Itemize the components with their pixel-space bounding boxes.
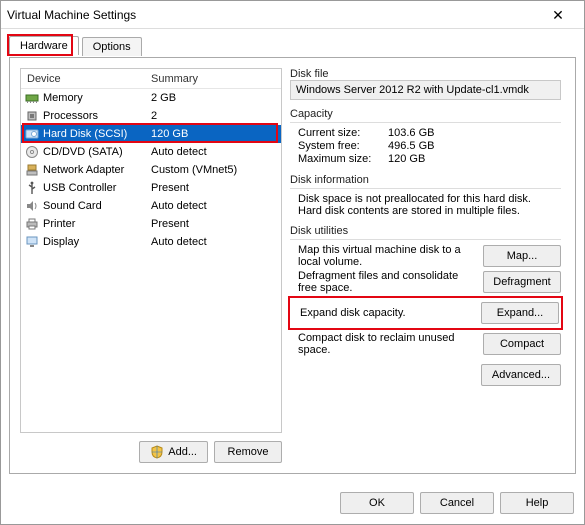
device-name: Display [43, 236, 79, 248]
separator [290, 239, 561, 240]
device-row-harddisk[interactable]: Hard Disk (SCSI) 120 GB [21, 125, 281, 143]
device-summary: 2 GB [151, 92, 281, 104]
max-size-label: Maximum size: [298, 153, 382, 165]
highlight-annotation: Expand disk capacity. Expand... [288, 296, 563, 330]
advanced-row: Advanced... [290, 358, 561, 386]
util-expand-text: Expand disk capacity. [292, 307, 475, 319]
device-name: Sound Card [43, 200, 102, 212]
display-icon [25, 235, 39, 249]
max-size-value: 120 GB [388, 153, 425, 165]
right-pane: Disk file Windows Server 2012 R2 with Up… [290, 68, 565, 463]
vm-settings-window: Virtual Machine Settings ✕ Hardware Opti… [0, 0, 585, 525]
disk-info-text1: Disk space is not preallocated for this … [290, 193, 561, 205]
tab-strip: Hardware Options [9, 35, 576, 57]
cancel-button[interactable]: Cancel [420, 492, 494, 514]
separator [290, 122, 561, 123]
disk-utilities-group: Disk utilities Map this virtual machine … [290, 225, 561, 386]
titlebar: Virtual Machine Settings ✕ [1, 1, 584, 29]
device-summary: Auto detect [151, 200, 281, 212]
window-title: Virtual Machine Settings [7, 8, 538, 22]
device-summary: Custom (VMnet5) [151, 164, 281, 176]
map-button[interactable]: Map... [483, 245, 561, 267]
remove-button[interactable]: Remove [214, 441, 282, 463]
cpu-icon [25, 109, 39, 123]
ok-button[interactable]: OK [340, 492, 414, 514]
disk-file-field[interactable]: Windows Server 2012 R2 with Update-cl1.v… [290, 80, 561, 100]
col-device: Device [21, 73, 151, 85]
current-size-label: Current size: [298, 127, 382, 139]
disk-info-text2: Hard disk contents are stored in multipl… [290, 205, 561, 217]
hardware-panel: Device Summary Memory 2 GB Proces [9, 57, 576, 474]
shield-icon [150, 445, 164, 459]
device-summary: Present [151, 182, 281, 194]
disc-icon [25, 145, 39, 159]
util-expand-row: Expand disk capacity. Expand... [292, 302, 559, 324]
expand-button[interactable]: Expand... [481, 302, 559, 324]
device-name: CD/DVD (SATA) [43, 146, 123, 158]
column-headers: Device Summary [21, 69, 281, 89]
compact-button[interactable]: Compact [483, 333, 561, 355]
util-map-text: Map this virtual machine disk to a local… [290, 244, 477, 268]
util-defrag-row: Defragment files and consolidate free sp… [290, 270, 561, 294]
device-row-memory[interactable]: Memory 2 GB [21, 89, 281, 107]
device-row-cddvd[interactable]: CD/DVD (SATA) Auto detect [21, 143, 281, 161]
disk-file-group: Disk file Windows Server 2012 R2 with Up… [290, 68, 561, 100]
dialog-footer: OK Cancel Help [1, 482, 584, 524]
tab-options[interactable]: Options [82, 37, 142, 56]
device-summary: Auto detect [151, 236, 281, 248]
device-row-usb[interactable]: USB Controller Present [21, 179, 281, 197]
device-list[interactable]: Device Summary Memory 2 GB Proces [20, 68, 282, 433]
device-summary: Auto detect [151, 146, 281, 158]
device-summary: 2 [151, 110, 281, 122]
device-name: Memory [43, 92, 83, 104]
device-row-processors[interactable]: Processors 2 [21, 107, 281, 125]
device-row-sound[interactable]: Sound Card Auto detect [21, 197, 281, 215]
col-summary: Summary [151, 73, 281, 85]
util-defrag-text: Defragment files and consolidate free sp… [290, 270, 477, 294]
capacity-label: Capacity [290, 108, 561, 120]
device-row-display[interactable]: Display Auto detect [21, 233, 281, 251]
harddisk-icon [25, 127, 39, 141]
sound-icon [25, 199, 39, 213]
disk-info-group: Disk information Disk space is not preal… [290, 174, 561, 217]
disk-file-label: Disk file [290, 68, 561, 80]
disk-utilities-label: Disk utilities [290, 225, 561, 237]
separator [290, 188, 561, 189]
system-free-label: System free: [298, 140, 382, 152]
device-name: Printer [43, 218, 75, 230]
advanced-button[interactable]: Advanced... [481, 364, 561, 386]
printer-icon [25, 217, 39, 231]
device-summary: Present [151, 218, 281, 230]
system-free-value: 496.5 GB [388, 140, 434, 152]
help-button[interactable]: Help [500, 492, 574, 514]
tab-hardware[interactable]: Hardware [9, 36, 79, 55]
capacity-group: Capacity Current size: 103.6 GB System fr… [290, 108, 561, 166]
current-size-value: 103.6 GB [388, 127, 434, 139]
usb-icon [25, 181, 39, 195]
device-buttons: Add... Remove [20, 433, 282, 463]
button-label: Remove [228, 446, 269, 458]
dialog-body: Hardware Options Device Summary Memory [1, 29, 584, 482]
util-map-row: Map this virtual machine disk to a local… [290, 244, 561, 268]
left-pane: Device Summary Memory 2 GB Proces [20, 68, 282, 463]
device-name: Network Adapter [43, 164, 124, 176]
device-row-network[interactable]: Network Adapter Custom (VMnet5) [21, 161, 281, 179]
device-name: Processors [43, 110, 98, 122]
device-row-printer[interactable]: Printer Present [21, 215, 281, 233]
device-name: Hard Disk (SCSI) [43, 128, 127, 140]
network-icon [25, 163, 39, 177]
util-compact-text: Compact disk to reclaim unused space. [290, 332, 477, 356]
device-name: USB Controller [43, 182, 116, 194]
add-button[interactable]: Add... [139, 441, 208, 463]
close-button[interactable]: ✕ [538, 5, 578, 25]
defragment-button[interactable]: Defragment [483, 271, 561, 293]
util-compact-row: Compact disk to reclaim unused space. Co… [290, 332, 561, 356]
device-summary: 120 GB [151, 128, 281, 140]
disk-info-label: Disk information [290, 174, 561, 186]
button-label: Add... [168, 446, 197, 458]
memory-icon [25, 91, 39, 105]
